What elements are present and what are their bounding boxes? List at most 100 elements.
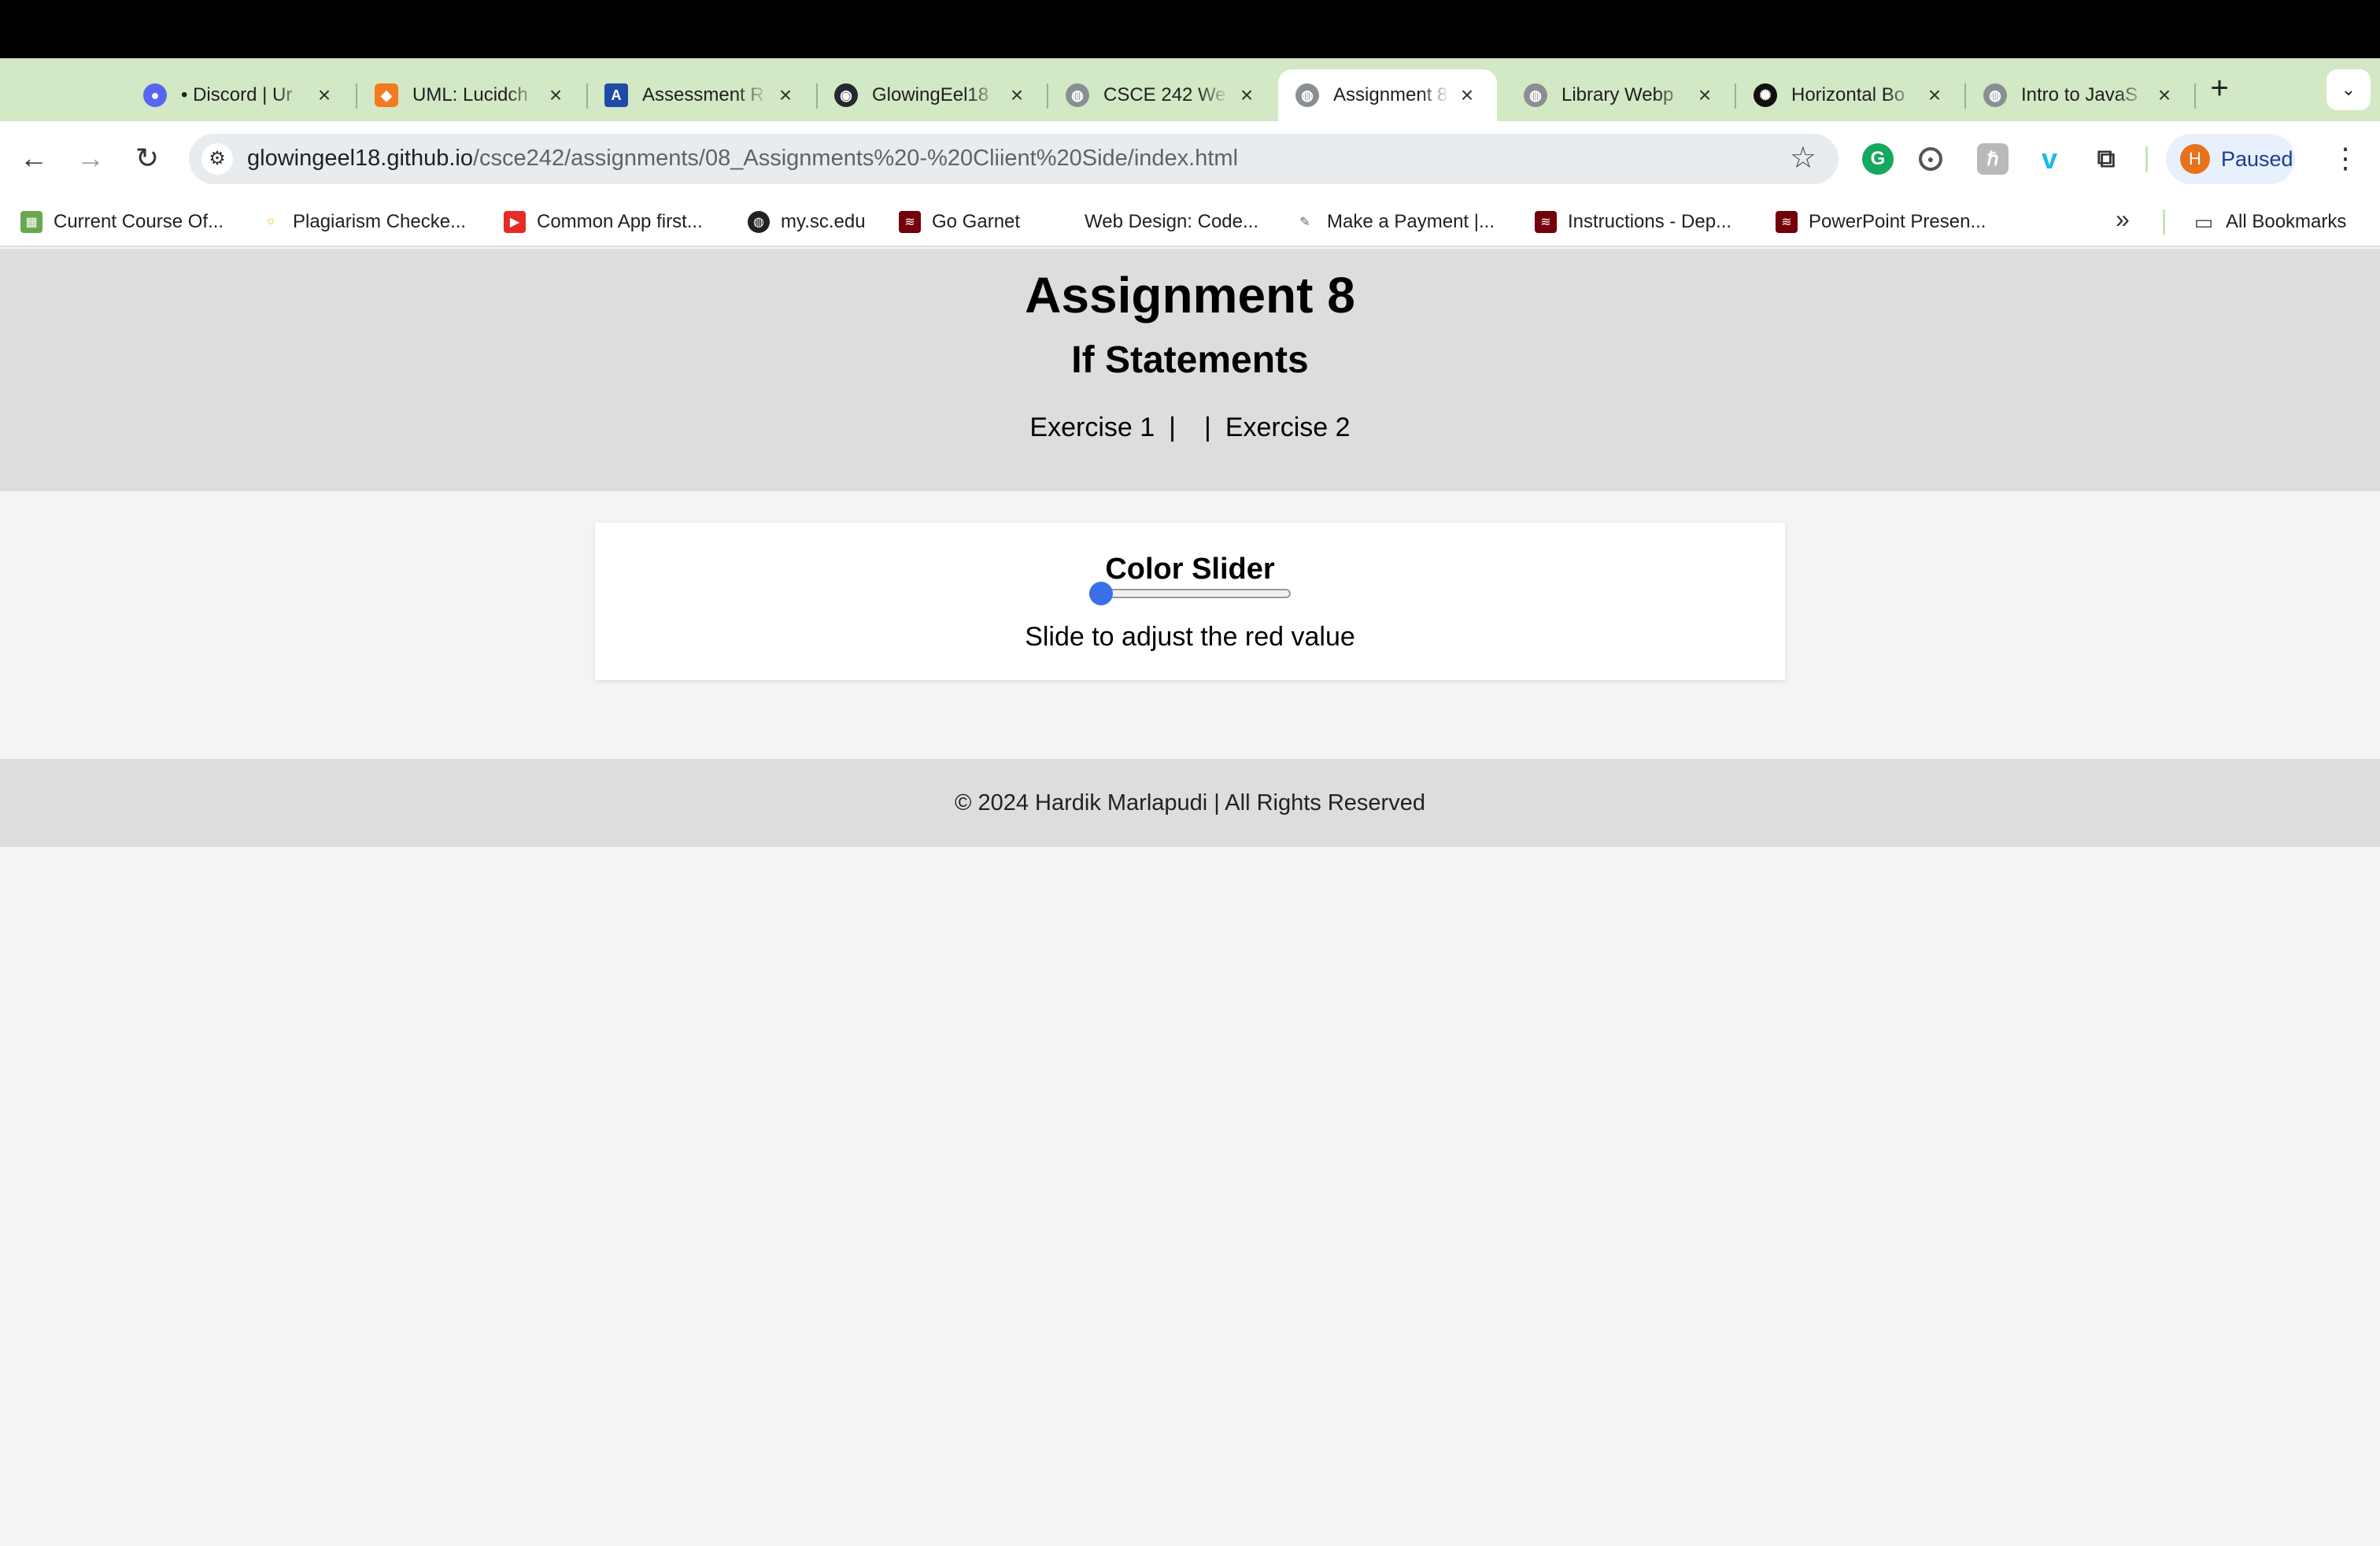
github-icon: ◉: [834, 83, 858, 107]
reload-icon[interactable]: ↻: [128, 139, 167, 178]
tab-title: Library Webp: [1561, 84, 1674, 105]
tab-lucidchart[interactable]: ◆ UML: Lucidch ×: [357, 69, 586, 121]
blank-icon: [1051, 211, 1074, 233]
tab-title: GlowingEel18: [872, 84, 989, 105]
youtube-icon: ▶: [504, 211, 526, 233]
bookmark-star-icon[interactable]: ☆: [1790, 140, 1816, 176]
bookmarks-overflow-button[interactable]: »: [2116, 205, 2130, 234]
bookmarks-bar: ▦ Current Course Of... ○ Plagiarism Checke…: [0, 197, 2380, 247]
globe-icon: ◍: [748, 211, 770, 233]
site-footer: © 2024 Hardik Marlapudi | All Rights Res…: [0, 759, 2380, 847]
url-text[interactable]: glowingeel18.github.io/csce242/assignmen…: [247, 146, 1238, 172]
exercise-nav: Exercise 1 | | Exercise 2: [0, 412, 2380, 443]
tab-assignment-8[interactable]: ◍ Assignment 8 ×: [1278, 69, 1497, 121]
bookmark-label: Instructions - Dep...: [1568, 211, 1732, 232]
site-info-icon[interactable]: ⚙: [201, 143, 233, 175]
extension-puzzle-app-icon[interactable]: ℏ: [1977, 143, 2009, 175]
tab-assessment[interactable]: A Assessment R ×: [587, 69, 815, 121]
tab-title: Assessment R: [642, 84, 764, 105]
tab-title: UML: Lucidch: [412, 84, 528, 105]
close-icon[interactable]: ×: [313, 83, 335, 108]
close-icon[interactable]: ×: [545, 83, 567, 108]
close-icon[interactable]: ×: [1236, 83, 1258, 108]
nav-separator: |: [1169, 412, 1176, 442]
toolbar-divider: [2145, 146, 2148, 172]
bookmark-instructions[interactable]: ≋ Instructions - Dep...: [1535, 206, 1731, 238]
tab-intro-javascript[interactable]: ◍ Intro to JavaS ×: [1966, 69, 2194, 121]
grammarly-icon[interactable]: G: [1862, 143, 1894, 175]
bookmark-label: All Bookmarks: [2226, 211, 2347, 232]
tab-search-button[interactable]: ⌄: [2326, 69, 2371, 110]
url-path: /csce242/assignments/08_Assignments%20-%…: [473, 146, 1239, 171]
usc-icon: ≋: [899, 211, 921, 233]
close-icon[interactable]: ×: [1924, 83, 1946, 108]
bookmark-plagiarism[interactable]: ○ Plagiarism Checke...: [260, 206, 466, 238]
window-titlebar: [0, 0, 2380, 58]
close-icon[interactable]: ×: [1694, 83, 1716, 108]
address-bar[interactable]: ⚙ glowingeel18.github.io/csce242/assignm…: [189, 134, 1839, 184]
globe-icon: ◍: [1066, 83, 1089, 107]
site-header: Assignment 8 If Statements Exercise 1 | | E…: [0, 249, 2380, 491]
tab-title: Assignment 8: [1333, 84, 1448, 105]
page-content: Assignment 8 If Statements Exercise 1 | | E…: [0, 249, 2380, 1546]
bookmark-make-payment[interactable]: ✎ Make a Payment |...: [1294, 206, 1495, 238]
tab-title: Horizontal Bo: [1791, 84, 1905, 105]
tab-divider: [2194, 83, 2196, 109]
exercise-2-link[interactable]: Exercise 2: [1225, 412, 1351, 443]
tab-title: CSCE 242 We: [1103, 84, 1226, 105]
more-menu-icon[interactable]: ⋮: [2331, 139, 2360, 178]
tab-csce242[interactable]: ◍ CSCE 242 We ×: [1048, 69, 1277, 121]
slider-caption: Slide to adjust the red value: [1025, 622, 1355, 652]
lucidchart-icon: ◆: [375, 83, 398, 107]
bookmark-common-app[interactable]: ▶ Common App first...: [504, 206, 703, 238]
vimeo-icon[interactable]: v: [2034, 142, 2065, 175]
tab-strip: ● • Discord | Ur × ◆ UML: Lucidch × A As…: [0, 58, 2380, 121]
globe-icon: ◍: [1983, 83, 2007, 107]
close-icon[interactable]: ×: [1006, 83, 1028, 108]
tab-discord[interactable]: ● • Discord | Ur ×: [126, 69, 354, 121]
bookmark-label: Web Design: Code...: [1085, 211, 1259, 232]
chatgpt-icon: ✺: [1754, 83, 1777, 107]
bookmark-label: Common App first...: [537, 211, 703, 232]
bookmark-go-garnet[interactable]: ≋ Go Garnet: [899, 206, 1020, 238]
extensions-icon[interactable]: ⧉: [2090, 143, 2122, 175]
bookmark-current-course[interactable]: ▦ Current Course Of...: [20, 206, 224, 238]
globe-icon: ◍: [1524, 83, 1547, 107]
tab-title: • Discord | Ur: [181, 84, 293, 105]
tab-github[interactable]: ◉ GlowingEel18 ×: [817, 69, 1047, 121]
slider-thumb[interactable]: [1089, 582, 1113, 605]
page-title: Assignment 8: [1025, 267, 1355, 324]
bulb-icon: ○: [260, 211, 282, 233]
assessment-icon: A: [604, 83, 628, 107]
bookmark-label: PowerPoint Presen...: [1809, 211, 1986, 232]
bookmark-web-design[interactable]: Web Design: Code...: [1051, 206, 1258, 238]
nav-separator: |: [1204, 412, 1211, 442]
all-bookmarks-button[interactable]: ▭ All Bookmarks: [2193, 206, 2346, 238]
tab-horizontal[interactable]: ✺ Horizontal Bo ×: [1736, 69, 1964, 121]
close-icon[interactable]: ×: [2153, 83, 2175, 108]
bookmark-label: Go Garnet: [932, 211, 1021, 232]
avatar: H: [2180, 144, 2210, 174]
bookmark-my-sc-edu[interactable]: ◍ my.sc.edu: [748, 206, 866, 238]
bookmarks-divider: [2163, 209, 2165, 235]
tab-library[interactable]: ◍ Library Webp ×: [1506, 69, 1735, 121]
url-host: glowingeel18.github.io: [247, 146, 473, 171]
profile-button[interactable]: H Paused: [2166, 134, 2295, 184]
extension-circle-icon[interactable]: ●: [1919, 147, 1942, 171]
close-icon[interactable]: ×: [1456, 83, 1478, 108]
bookmark-label: Plagiarism Checke...: [293, 211, 467, 232]
globe-icon: ◍: [1295, 83, 1319, 107]
new-tab-button[interactable]: +: [2204, 72, 2235, 104]
exercise-1-link[interactable]: Exercise 1: [1029, 412, 1155, 443]
usc-icon: ≋: [1535, 211, 1557, 233]
back-icon[interactable]: ←: [14, 139, 54, 178]
bookmark-label: Make a Payment |...: [1327, 211, 1495, 232]
folder-icon: ▭: [2193, 209, 2215, 234]
red-value-slider[interactable]: [1089, 582, 1291, 605]
bookmark-powerpoint[interactable]: ≋ PowerPoint Presen...: [1776, 206, 1986, 238]
forward-icon[interactable]: →: [71, 139, 110, 178]
close-icon[interactable]: ×: [774, 83, 796, 108]
slider-track[interactable]: [1089, 589, 1291, 598]
payment-icon: ✎: [1294, 211, 1316, 233]
profile-status: Paused: [2221, 146, 2293, 171]
